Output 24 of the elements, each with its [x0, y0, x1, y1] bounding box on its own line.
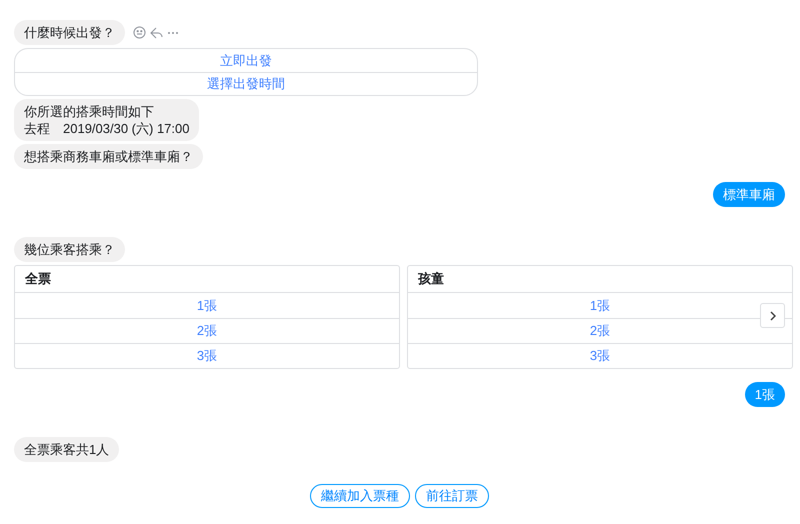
card-option[interactable]: 3張 [408, 343, 792, 368]
reply-option[interactable]: 立即出發 [15, 49, 477, 72]
card-title: 孩童 [408, 266, 792, 293]
message-text: 什麼時候出發？ [24, 24, 115, 41]
more-icon[interactable] [167, 30, 179, 34]
message-text: 全票乘客共1人 [24, 441, 110, 458]
next-button[interactable] [760, 303, 785, 328]
message-text: 你所選的搭乘時間如下 [24, 103, 155, 120]
card-title: 全票 [15, 266, 399, 293]
reply-icon[interactable] [150, 26, 163, 38]
chevron-right-icon [770, 310, 776, 320]
card-option[interactable]: 1張 [408, 293, 792, 318]
message-text: 1張 [754, 386, 775, 403]
emoji-icon[interactable] [133, 26, 146, 39]
message-text: 標準車廂 [723, 186, 775, 203]
quick-reply-button[interactable]: 前往訂票 [415, 484, 489, 508]
card-option[interactable]: 1張 [15, 293, 399, 318]
card-option[interactable]: 2張 [15, 318, 399, 343]
message-text: 想搭乘商務車廂或標準車廂？ [24, 148, 193, 165]
card-option[interactable]: 3張 [15, 343, 399, 368]
message-text: 去程 2019/03/30 (六) 17:00 [24, 120, 190, 137]
reply-option[interactable]: 選擇出發時間 [15, 72, 477, 95]
message-text: 幾位乘客搭乘？ [24, 241, 115, 258]
quick-reply-button[interactable]: 繼續加入票種 [310, 484, 410, 508]
